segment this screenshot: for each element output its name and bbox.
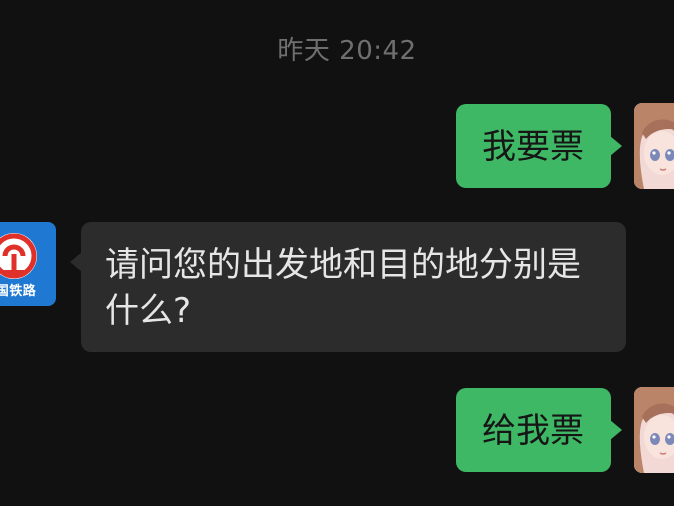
outgoing-message-bubble[interactable]: 我要票 — [456, 104, 622, 188]
message-text: 给我票 — [482, 411, 584, 451]
incoming-message-bubble[interactable]: 请问您的出发地和目的地分别是什么? — [70, 222, 626, 352]
message-text: 我要票 — [482, 127, 584, 167]
chat-window: 昨天 20:42 我要票 国铁路 请问您的出发地和目的地分别是什么? 给我票 — [0, 0, 674, 506]
message-text: 请问您的出发地和目的地分别是什么? — [105, 245, 581, 331]
user-avatar-icon[interactable] — [634, 103, 674, 189]
message-timestamp: 昨天 20:42 — [277, 36, 417, 66]
railway-emblem-icon — [0, 233, 37, 279]
user-avatar-icon[interactable] — [634, 387, 674, 473]
bot-logo-text: 国铁路 — [0, 284, 37, 299]
outgoing-message-bubble[interactable]: 给我票 — [456, 388, 622, 472]
china-railway-logo-icon[interactable]: 国铁路 — [0, 222, 56, 306]
